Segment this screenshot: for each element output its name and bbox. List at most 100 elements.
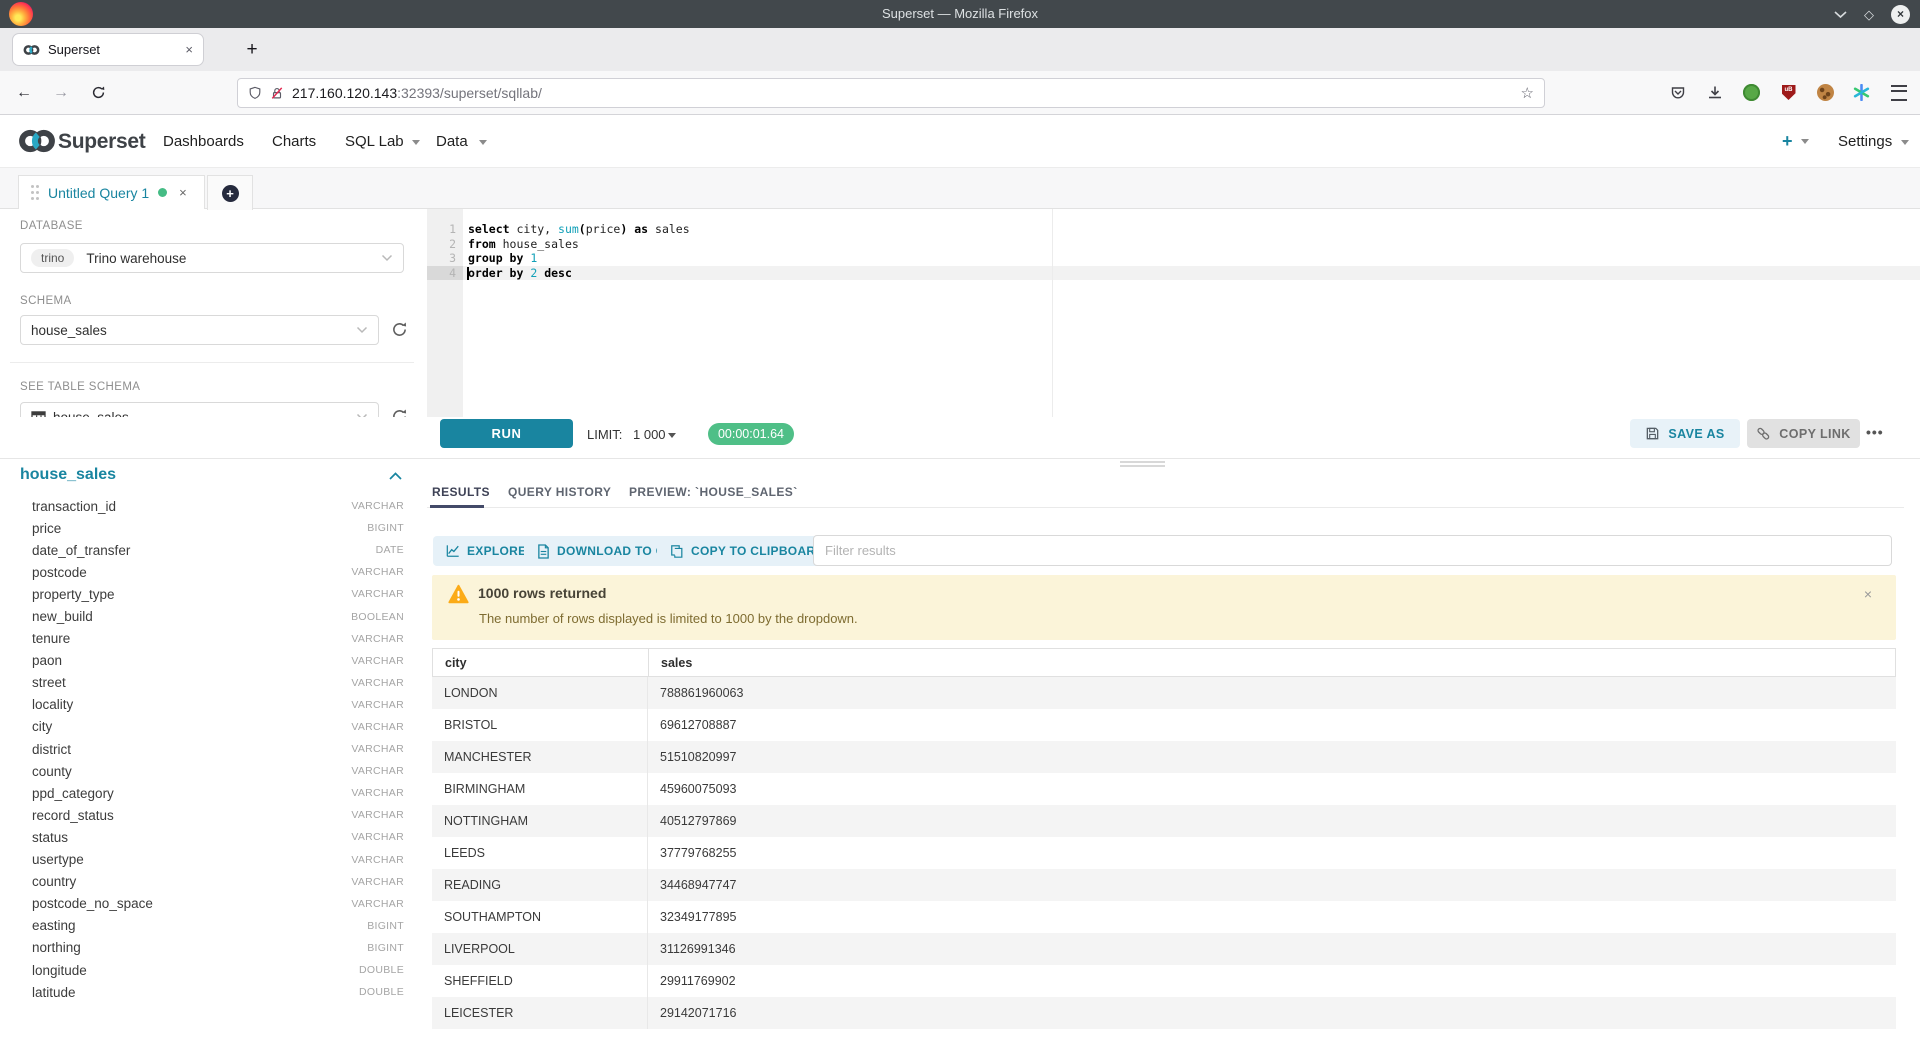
schema-column-row[interactable]: property_typeVARCHAR <box>32 583 404 605</box>
cell-sales[interactable]: 37779768255 <box>648 837 1896 869</box>
close-icon[interactable]: × <box>1891 5 1910 24</box>
more-actions-button[interactable]: ••• <box>1866 424 1884 440</box>
cell-city[interactable]: READING <box>432 869 648 901</box>
cell-city[interactable]: BIRMINGHAM <box>432 773 648 805</box>
schema-column-row[interactable]: districtVARCHAR <box>32 738 404 760</box>
schema-column-row[interactable]: date_of_transferDATE <box>32 539 404 561</box>
sql-editor[interactable]: select city, sum(price) as salesfrom hou… <box>463 209 1920 417</box>
schema-column-row[interactable]: record_statusVARCHAR <box>32 804 404 826</box>
privacy-extension-icon[interactable] <box>1741 82 1762 103</box>
cell-city[interactable]: LIVERPOOL <box>432 933 648 965</box>
cell-sales[interactable]: 69612708887 <box>648 709 1896 741</box>
cell-city[interactable]: MANCHESTER <box>432 741 648 773</box>
result-row[interactable]: LONDON788861960063 <box>432 677 1896 709</box>
collapse-chevron-up-icon[interactable] <box>388 471 403 481</box>
tab-close-icon[interactable]: × <box>185 42 193 57</box>
browser-tab[interactable]: Superset × <box>12 33 204 66</box>
schema-column-row[interactable]: streetVARCHAR <box>32 672 404 694</box>
cell-city[interactable]: LEEDS <box>432 837 648 869</box>
schema-column-row[interactable]: longitudeDOUBLE <box>32 959 404 981</box>
cell-city[interactable]: LONDON <box>432 677 648 709</box>
nav-settings[interactable]: Settings <box>1838 133 1892 150</box>
schema-column-row[interactable]: ppd_categoryVARCHAR <box>32 782 404 804</box>
cell-sales[interactable]: 45960075093 <box>648 773 1896 805</box>
maximize-icon[interactable]: ◇ <box>1864 8 1874 21</box>
cell-city[interactable]: NOTTINGHAM <box>432 805 648 837</box>
code-line[interactable]: group by 1 <box>463 251 1920 266</box>
result-row[interactable]: LIVERPOOL31126991346 <box>432 933 1896 965</box>
drag-grip-icon[interactable] <box>31 191 34 194</box>
result-row[interactable]: LEEDS37779768255 <box>432 837 1896 869</box>
query-tab-close-icon[interactable]: × <box>179 185 187 200</box>
superset-logo-icon[interactable] <box>18 128 56 154</box>
new-tab-button[interactable]: + <box>237 33 267 66</box>
new-item-button[interactable]: + <box>1782 131 1793 152</box>
schema-column-row[interactable]: countyVARCHAR <box>32 760 404 782</box>
nav-dashboards[interactable]: Dashboards <box>163 133 244 150</box>
insecure-lock-icon[interactable] <box>270 86 284 101</box>
result-row[interactable]: READING34468947747 <box>432 869 1896 901</box>
schema-select[interactable]: house_sales <box>20 315 379 345</box>
schema-column-row[interactable]: tenureVARCHAR <box>32 628 404 650</box>
cell-sales[interactable]: 29142071716 <box>648 997 1896 1029</box>
nav-sql-lab[interactable]: SQL Lab <box>345 133 404 150</box>
cell-sales[interactable]: 29911769902 <box>648 965 1896 997</box>
query-tab[interactable]: Untitled Query 1 × <box>18 175 205 209</box>
schema-column-row[interactable]: eastingBIGINT <box>32 915 404 937</box>
copy-link-button[interactable]: COPY LINK <box>1747 419 1860 448</box>
schema-column-row[interactable]: postcode_no_spaceVARCHAR <box>32 893 404 915</box>
database-select[interactable]: trino Trino warehouse <box>20 243 404 273</box>
schema-column-row[interactable]: localityVARCHAR <box>32 694 404 716</box>
column-header-city[interactable]: city <box>433 649 649 676</box>
tab-preview-table[interactable]: PREVIEW: `HOUSE_SALES` <box>629 485 798 499</box>
schema-column-row[interactable]: transaction_idVARCHAR <box>32 495 404 517</box>
nav-charts[interactable]: Charts <box>272 133 316 150</box>
tab-query-history[interactable]: QUERY HISTORY <box>508 485 611 499</box>
back-icon[interactable]: ← <box>10 71 38 114</box>
schema-column-row[interactable]: cityVARCHAR <box>32 716 404 738</box>
extension-asterisk-icon[interactable] <box>1851 82 1872 103</box>
cell-sales[interactable]: 51510820997 <box>648 741 1896 773</box>
code-line[interactable]: order by 2 desc <box>463 266 1920 281</box>
ublock-extension-icon[interactable]: uB <box>1778 82 1799 103</box>
cell-sales[interactable]: 34468947747 <box>648 869 1896 901</box>
url-bar[interactable]: 217.160.120.143:32393/superset/sqllab/ ☆ <box>237 78 1545 108</box>
split-drag-handle[interactable] <box>1120 461 1165 463</box>
code-line[interactable]: select city, sum(price) as sales <box>463 222 1920 237</box>
forward-icon[interactable]: → <box>47 71 75 114</box>
save-as-button[interactable]: SAVE AS <box>1630 419 1740 448</box>
schema-column-row[interactable]: usertypeVARCHAR <box>32 849 404 871</box>
schema-column-row[interactable]: northingBIGINT <box>32 937 404 959</box>
table-panel-title[interactable]: house_sales <box>20 466 116 484</box>
result-row[interactable]: BRISTOL69612708887 <box>432 709 1896 741</box>
run-button[interactable]: RUN <box>440 419 573 448</box>
column-header-sales[interactable]: sales <box>649 649 1895 676</box>
cell-sales[interactable]: 40512797869 <box>648 805 1896 837</box>
new-query-tab-button[interactable]: + <box>207 175 253 210</box>
cell-sales[interactable]: 32349177895 <box>648 901 1896 933</box>
tab-results[interactable]: RESULTS <box>432 485 490 499</box>
schema-column-row[interactable]: countryVARCHAR <box>32 871 404 893</box>
cookie-extension-icon[interactable] <box>1815 82 1836 103</box>
schema-column-row[interactable]: latitudeDOUBLE <box>32 981 404 1003</box>
filter-results-input[interactable] <box>813 535 1892 566</box>
downloads-icon[interactable] <box>1704 82 1725 103</box>
result-row[interactable]: LEICESTER29142071716 <box>432 997 1896 1029</box>
nav-data[interactable]: Data <box>436 133 468 150</box>
menu-icon[interactable] <box>1888 82 1909 103</box>
bookmark-star-icon[interactable]: ☆ <box>1521 84 1534 102</box>
cell-city[interactable]: LEICESTER <box>432 997 648 1029</box>
schema-column-row[interactable]: priceBIGINT <box>32 517 404 539</box>
cell-city[interactable]: BRISTOL <box>432 709 648 741</box>
limit-value[interactable]: 1 000 <box>633 427 666 442</box>
result-row[interactable]: MANCHESTER51510820997 <box>432 741 1896 773</box>
schema-column-row[interactable]: paonVARCHAR <box>32 650 404 672</box>
result-row[interactable]: SHEFFIELD29911769902 <box>432 965 1896 997</box>
result-row[interactable]: NOTTINGHAM40512797869 <box>432 805 1896 837</box>
limit-caret-icon[interactable] <box>668 433 676 438</box>
cell-sales[interactable]: 788861960063 <box>648 677 1896 709</box>
cell-sales[interactable]: 31126991346 <box>648 933 1896 965</box>
minimize-icon[interactable] <box>1834 8 1847 21</box>
split-drag-handle[interactable] <box>1120 465 1165 467</box>
refresh-schemas-icon[interactable] <box>391 321 409 339</box>
